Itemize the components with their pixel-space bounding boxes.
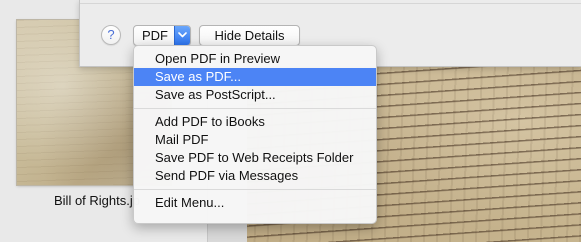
- pdf-button-label: PDF: [142, 28, 168, 43]
- panel-divider: [80, 3, 581, 4]
- menu-item-save-as-pdf[interactable]: Save as PDF...: [134, 68, 376, 86]
- hide-details-button[interactable]: Hide Details: [199, 25, 300, 46]
- chevron-down-icon[interactable]: [174, 26, 190, 45]
- menu-separator: [134, 108, 376, 109]
- help-button[interactable]: ?: [101, 25, 121, 45]
- menu-item-edit-menu[interactable]: Edit Menu...: [134, 194, 376, 212]
- menu-item-mail-pdf[interactable]: Mail PDF: [134, 131, 376, 149]
- menu-separator: [134, 189, 376, 190]
- pdf-menu-button[interactable]: PDF: [133, 25, 191, 46]
- menu-item-open-pdf-in-preview[interactable]: Open PDF in Preview: [134, 50, 376, 68]
- menu-item-save-pdf-to-web-receipts[interactable]: Save PDF to Web Receipts Folder: [134, 149, 376, 167]
- print-dialog-stage: Bill of Rights.jp ? PDF Hide Details Ope…: [0, 0, 581, 242]
- menu-item-send-pdf-via-messages[interactable]: Send PDF via Messages: [134, 167, 376, 185]
- pdf-dropdown-menu: Open PDF in Preview Save as PDF... Save …: [133, 45, 377, 224]
- thumbnail-filename: Bill of Rights.jp: [54, 193, 140, 208]
- menu-item-add-pdf-to-ibooks[interactable]: Add PDF to iBooks: [134, 113, 376, 131]
- menu-item-save-as-postscript[interactable]: Save as PostScript...: [134, 86, 376, 104]
